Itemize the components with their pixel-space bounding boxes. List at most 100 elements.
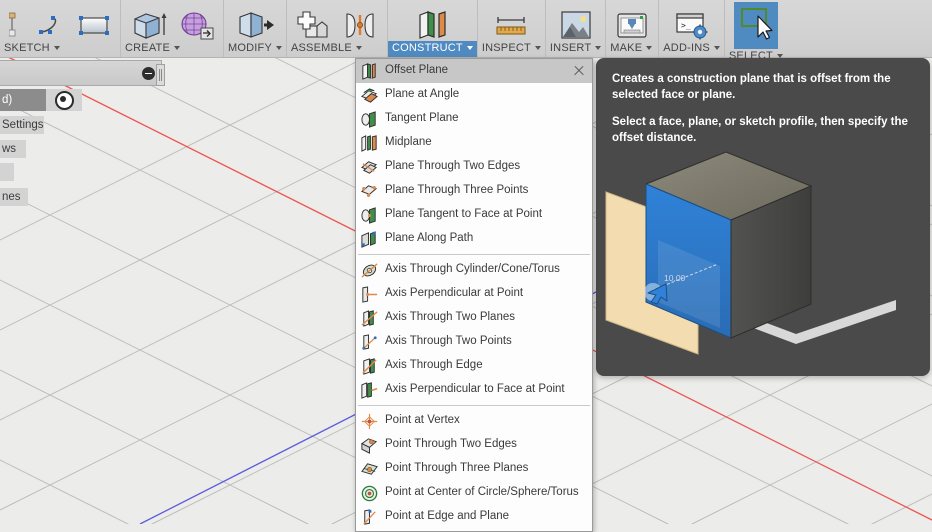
plane-tangent-face-point-icon bbox=[360, 206, 379, 225]
joint-icon[interactable] bbox=[337, 9, 383, 41]
point-two-edges-icon bbox=[360, 436, 379, 455]
menu-item-label: Axis Through Two Planes bbox=[385, 311, 515, 324]
close-icon[interactable] bbox=[572, 64, 586, 78]
chevron-down-icon bbox=[534, 46, 541, 50]
browser-node-settings[interactable]: Settings bbox=[0, 116, 44, 134]
toolbar-label-insert[interactable]: INSERT bbox=[546, 41, 605, 57]
browser-radio-toggle[interactable] bbox=[46, 89, 82, 111]
menu-item-plane-tangent-to-face-at-point[interactable]: Plane Tangent to Face at Point bbox=[356, 203, 592, 227]
axis-perpendicular-point-icon bbox=[360, 285, 379, 304]
tooltip-paragraph-1: Creates a construction plane that is off… bbox=[612, 73, 891, 101]
plane-two-edges-icon bbox=[360, 158, 379, 177]
plane-at-angle-icon bbox=[360, 86, 379, 105]
menu-item-plane-at-angle[interactable]: Plane at Angle bbox=[356, 83, 592, 107]
sketch-spline-icon[interactable] bbox=[32, 9, 72, 41]
sketch-rectangle-icon[interactable] bbox=[72, 9, 116, 41]
browser-node-document[interactable]: d) bbox=[0, 89, 46, 111]
toolbar-label-assemble-text: ASSEMBLE bbox=[290, 42, 352, 54]
menu-item-axis-through-edge[interactable]: Axis Through Edge bbox=[356, 354, 592, 378]
menu-item-tangent-plane[interactable]: Tangent Plane bbox=[356, 107, 592, 131]
menu-separator bbox=[358, 405, 590, 406]
toolbar-group-make: MAKE bbox=[605, 0, 658, 57]
offset-plane-icon bbox=[360, 62, 379, 81]
toolbar-group-addins: >_ ADD-INS bbox=[658, 0, 724, 57]
plane-three-points-icon bbox=[360, 182, 379, 201]
menu-item-label: Point at Vertex bbox=[385, 414, 460, 427]
offset-plane-tooltip: Creates a construction plane that is off… bbox=[596, 58, 930, 376]
menu-item-point-at-edge-and-plane[interactable]: Point at Edge and Plane bbox=[356, 505, 592, 529]
toolbar-label-insert-text: INSERT bbox=[549, 42, 592, 54]
menu-item-label: Plane at Angle bbox=[385, 88, 460, 101]
menu-item-plane-through-three-points[interactable]: Plane Through Three Points bbox=[356, 179, 592, 203]
menu-item-label: Plane Along Path bbox=[385, 232, 474, 245]
toolbar-label-sketch[interactable]: SKETCH bbox=[0, 41, 120, 57]
axis-perp-face-point-icon bbox=[360, 381, 379, 400]
toolbar-label-create[interactable]: CREATE bbox=[121, 41, 223, 57]
menu-item-label: Point Through Two Edges bbox=[385, 438, 517, 451]
menu-item-axis-through-cylinder-cone-torus[interactable]: Axis Through Cylinder/Cone/Torus bbox=[356, 258, 592, 282]
menu-item-axis-through-two-points[interactable]: Axis Through Two Points bbox=[356, 330, 592, 354]
menu-item-label: Offset Plane bbox=[385, 64, 449, 77]
sketch-line-icon[interactable] bbox=[4, 9, 32, 41]
point-three-planes-icon bbox=[360, 460, 379, 479]
toolbar-group-modify: MODIFY bbox=[223, 0, 286, 57]
press-pull-icon[interactable] bbox=[230, 9, 280, 41]
svg-text:10.00: 10.00 bbox=[664, 273, 686, 283]
toolbar-label-inspect-text: INSPECT bbox=[481, 42, 531, 54]
toolbar-label-assemble[interactable]: ASSEMBLE bbox=[287, 41, 387, 57]
main-toolbar[interactable]: SKETCH CREATE MODIFY ASSEMBLE CONSTRUCT … bbox=[0, 0, 932, 62]
toolbar-label-addins[interactable]: ADD-INS bbox=[659, 41, 724, 57]
3d-print-icon[interactable] bbox=[610, 9, 654, 41]
browser-node-blank[interactable] bbox=[0, 163, 14, 181]
menu-item-plane-along-path[interactable]: Plane Along Path bbox=[356, 227, 592, 251]
menu-item-midplane[interactable]: Midplane bbox=[356, 131, 592, 155]
browser-node-views[interactable]: ws bbox=[0, 140, 26, 158]
toolbar-group-select: SELECT bbox=[723, 0, 787, 62]
chevron-down-icon bbox=[174, 46, 181, 50]
menu-item-point-through-two-edges[interactable]: Point Through Two Edges bbox=[356, 433, 592, 457]
toolbar-label-modify[interactable]: MODIFY bbox=[224, 41, 286, 57]
toolbar-label-modify-text: MODIFY bbox=[228, 42, 272, 54]
toolbar-label-inspect[interactable]: INSPECT bbox=[478, 41, 545, 57]
menu-item-label: Point at Center of Circle/Sphere/Torus bbox=[385, 486, 579, 499]
construct-dropdown-menu[interactable]: Offset Plane Plane at Angle Tangent Plane M… bbox=[355, 58, 593, 532]
toolbar-label-construct[interactable]: CONSTRUCT bbox=[387, 41, 477, 57]
measure-ruler-icon[interactable] bbox=[487, 9, 535, 41]
browser-node-planes[interactable]: nes bbox=[0, 188, 28, 206]
toolbar-label-sketch-text: SKETCH bbox=[4, 42, 50, 54]
extrude-icon[interactable] bbox=[125, 9, 173, 41]
scripts-addins-icon[interactable]: >_ bbox=[669, 9, 715, 41]
menu-item-offset-plane[interactable]: Offset Plane bbox=[356, 59, 592, 83]
toolbar-group-sketch: SKETCH bbox=[0, 0, 120, 57]
menu-item-axis-perpendicular-to-face-at-point[interactable]: Axis Perpendicular to Face at Point bbox=[356, 378, 592, 402]
insert-image-icon[interactable] bbox=[554, 9, 598, 41]
offset-plane-illustration: 10.00 bbox=[605, 151, 896, 355]
minus-circle-icon[interactable] bbox=[142, 66, 155, 80]
panel-header-bar[interactable] bbox=[0, 60, 162, 86]
menu-item-point-at-vertex[interactable]: Point at Vertex bbox=[356, 409, 592, 433]
axis-cylinder-icon bbox=[360, 261, 379, 280]
midplane-icon bbox=[360, 134, 379, 153]
form-icon[interactable] bbox=[173, 9, 219, 41]
new-component-icon[interactable] bbox=[291, 9, 337, 41]
select-window-cursor-icon[interactable] bbox=[729, 2, 783, 49]
offset-plane-icon[interactable] bbox=[407, 9, 457, 41]
menu-item-point-through-three-planes[interactable]: Point Through Three Planes bbox=[356, 457, 592, 481]
chevron-down-icon bbox=[595, 46, 602, 50]
menu-item-label: Tangent Plane bbox=[385, 112, 459, 125]
point-at-vertex-icon bbox=[360, 412, 379, 431]
toolbar-group-create: CREATE bbox=[120, 0, 223, 57]
toolbar-label-addins-text: ADD-INS bbox=[663, 42, 710, 54]
toolbar-group-insert: INSERT bbox=[544, 0, 605, 57]
menu-item-label: Plane Through Two Edges bbox=[385, 160, 521, 173]
menu-item-label: Axis Through Edge bbox=[385, 359, 483, 372]
drag-grip-icon[interactable] bbox=[156, 64, 165, 86]
toolbar-label-construct-text: CONSTRUCT bbox=[391, 42, 463, 54]
menu-item-plane-through-two-edges[interactable]: Plane Through Two Edges bbox=[356, 155, 592, 179]
menu-item-axis-through-two-planes[interactable]: Axis Through Two Planes bbox=[356, 306, 592, 330]
tangent-plane-icon bbox=[360, 110, 379, 129]
menu-item-point-at-center-of-circle-sphere-torus[interactable]: Point at Center of Circle/Sphere/Torus bbox=[356, 481, 592, 505]
menu-item-label: Axis Through Cylinder/Cone/Torus bbox=[385, 263, 560, 276]
toolbar-label-make[interactable]: MAKE bbox=[606, 41, 658, 57]
menu-item-axis-perpendicular-at-point[interactable]: Axis Perpendicular at Point bbox=[356, 282, 592, 306]
